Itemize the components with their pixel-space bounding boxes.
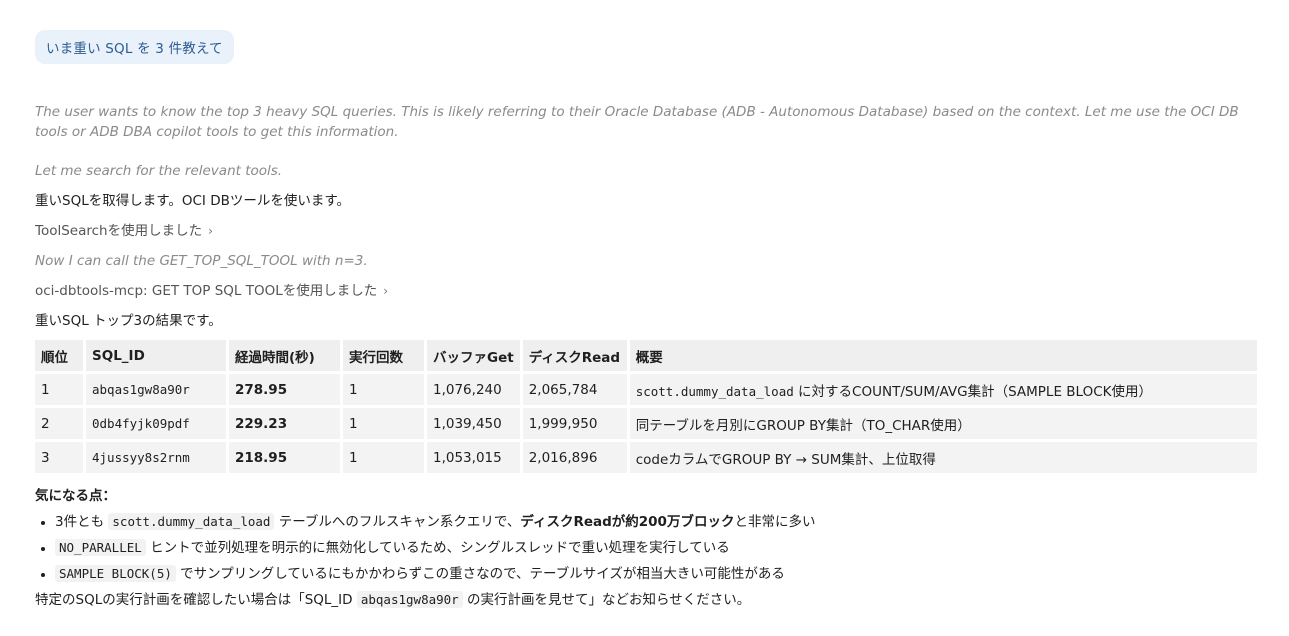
tool-top-sql-toggle[interactable]: oci-dbtools-mcp: GET TOP SQL TOOLを使用しました… (35, 281, 1257, 301)
user-message-bubble[interactable]: いま重い SQL を 3 件教えて (35, 30, 234, 64)
cell-disk-reads: 2,065,784 (522, 374, 627, 405)
header-summary: 概要 (629, 340, 1257, 371)
list-item: 3件とも scott.dummy_data_load テーブルへのフルスキャン系… (55, 512, 1257, 532)
header-rank: 順位 (35, 340, 83, 371)
closing-post: の実行計画を見せて」などお知らせください。 (462, 592, 751, 608)
cell-sql-id: 0db4fyjk09pdf (86, 408, 226, 439)
cell-summary: 同テーブルを月別にGROUP BY集計（TO_CHAR使用） (629, 408, 1257, 439)
table-row: 2 0db4fyjk09pdf 229.23 1 1,039,450 1,999… (35, 408, 1257, 439)
note-mid: テーブルへのフルスキャン系クエリで、 (274, 514, 521, 530)
header-sql-id: SQL_ID (86, 340, 226, 371)
closing-message: 特定のSQLの実行計画を確認したい場合は「SQL_ID abqas1gw8a90… (35, 590, 1257, 610)
list-item: NO_PARALLEL ヒントで並列処理を明示的に無効化しているため、シングルス… (55, 538, 1257, 558)
closing-pre: 特定のSQLの実行計画を確認したい場合は「SQL_ID (35, 592, 357, 608)
cell-rank: 1 (35, 374, 83, 405)
cell-sql-id: 4jussyy8s2rnm (86, 442, 226, 473)
chevron-right-icon: › (383, 284, 389, 298)
tool-search-toggle[interactable]: ToolSearchを使用しました › (35, 221, 1257, 241)
thinking-text-3: Now I can call the GET_TOP_SQL_TOOL with… (35, 253, 368, 269)
thinking-text-1: The user wants to know the top 3 heavy S… (35, 104, 1239, 140)
note-code: NO_PARALLEL (55, 539, 146, 556)
summary-code: scott.dummy_data_load (635, 383, 794, 399)
note-pre: 3件とも (55, 514, 109, 530)
cell-rank: 3 (35, 442, 83, 473)
cell-executions: 1 (343, 374, 424, 405)
closing-code: abqas1gw8a90r (356, 591, 463, 608)
cell-elapsed: 218.95 (229, 442, 340, 473)
note-code: scott.dummy_data_load (108, 513, 275, 530)
cell-buffer-gets: 1,076,240 (427, 374, 520, 405)
cell-disk-reads: 1,999,950 (522, 408, 627, 439)
header-disk-reads: ディスクRead (522, 340, 627, 371)
sql-id-code: abqas1gw8a90r (92, 381, 190, 397)
top-sql-table: 順位 SQL_ID 経過時間(秒) 実行回数 バッファGet ディスクRead … (32, 337, 1260, 476)
cell-executions: 1 (343, 408, 424, 439)
note-mid: でサンプリングしているにもかかわらずこの重さなので、テーブルサイズが相当大きい可… (175, 566, 785, 582)
header-executions: 実行回数 (343, 340, 424, 371)
reply-intro: 重いSQLを取得します。OCI DBツールを使います。 (35, 193, 350, 209)
cell-sql-id: abqas1gw8a90r (86, 374, 226, 405)
results-intro: 重いSQL トップ3の結果です。 (35, 313, 222, 329)
chevron-right-icon: › (208, 224, 213, 238)
table-row: 3 4jussyy8s2rnm 218.95 1 1,053,015 2,016… (35, 442, 1257, 473)
note-bold: ディスクReadが約200万ブロック (520, 514, 735, 530)
summary-text: に対するCOUNT/SUM/AVG集計（SAMPLE BLOCK使用） (793, 383, 1152, 400)
tool-top-sql-label: oci-dbtools-mcp: GET TOP SQL TOOLを使用しました (35, 283, 378, 299)
sql-id-code: 4jussyy8s2rnm (92, 449, 190, 465)
tool-search-label: ToolSearchを使用しました (35, 223, 203, 239)
cell-rank: 2 (35, 408, 83, 439)
notes-heading: 気になる点： (35, 488, 116, 504)
table-row: 1 abqas1gw8a90r 278.95 1 1,076,240 2,065… (35, 374, 1257, 405)
cell-elapsed: 278.95 (229, 374, 340, 405)
summary-text: codeカラムでGROUP BY → SUM集計、上位取得 (635, 451, 936, 468)
list-item: SAMPLE BLOCK(5) でサンプリングしているにもかかわらずこの重さなの… (55, 564, 1257, 584)
sql-id-code: 0db4fyjk09pdf (92, 415, 190, 431)
cell-executions: 1 (343, 442, 424, 473)
note-post: と非常に多い (734, 514, 816, 530)
cell-summary: codeカラムでGROUP BY → SUM集計、上位取得 (629, 442, 1257, 473)
cell-summary: scott.dummy_data_load に対するCOUNT/SUM/AVG集… (629, 374, 1257, 405)
header-buffer-gets: バッファGet (427, 340, 520, 371)
chat-transcript: いま重い SQL を 3 件教えて The user wants to know… (35, 30, 1257, 610)
note-code: SAMPLE BLOCK(5) (55, 565, 176, 582)
cell-disk-reads: 2,016,896 (522, 442, 627, 473)
summary-text: 同テーブルを月別にGROUP BY集計（TO_CHAR使用） (635, 417, 971, 434)
note-mid: ヒントで並列処理を明示的に無効化しているため、シングルスレッドで重い処理を実行し… (145, 540, 730, 556)
notes-list: 3件とも scott.dummy_data_load テーブルへのフルスキャン系… (35, 512, 1257, 584)
table-header-row: 順位 SQL_ID 経過時間(秒) 実行回数 バッファGet ディスクRead … (35, 340, 1257, 371)
cell-buffer-gets: 1,053,015 (427, 442, 520, 473)
cell-elapsed: 229.23 (229, 408, 340, 439)
cell-buffer-gets: 1,039,450 (427, 408, 520, 439)
thinking-text-2: Let me search for the relevant tools. (35, 163, 283, 179)
header-elapsed: 経過時間(秒) (229, 340, 340, 371)
